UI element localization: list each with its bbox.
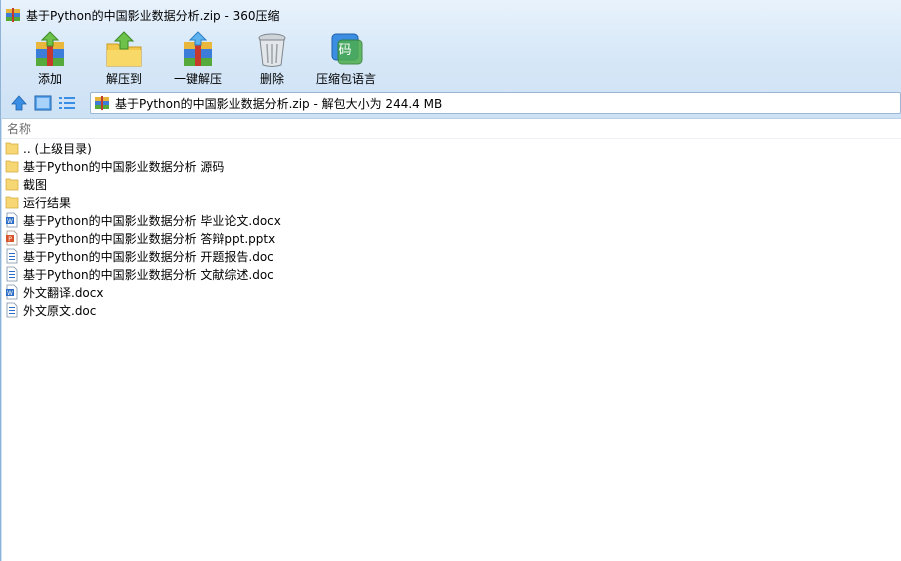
title-bar: 基于Python的中国影业数据分析.zip - 360压缩 — [1, 0, 901, 30]
archive-icon — [5, 7, 21, 23]
file-row[interactable]: .. (上级目录) — [2, 139, 901, 157]
extract-to-label: 解压到 — [105, 72, 142, 86]
file-row[interactable]: P 基于Python的中国影业数据分析 答辩ppt.pptx — [2, 229, 901, 247]
word-doc-icon — [5, 248, 19, 264]
trash-icon — [258, 33, 286, 67]
file-row[interactable]: 截图 — [2, 175, 901, 193]
file-row[interactable]: 基于Python的中国影业数据分析 开题报告.doc — [2, 247, 901, 265]
file-list: 名称 .. (上级目录) 基于Python的中国影业数据分析 源码 截图运行结果 W 基… — [2, 118, 901, 561]
folder-icon — [5, 176, 19, 192]
add-archive-icon — [36, 31, 64, 66]
file-name: .. (上级目录) — [23, 141, 92, 156]
word-docx-icon: W — [5, 212, 19, 228]
folder-icon — [5, 194, 19, 210]
archive-icon — [95, 96, 109, 110]
word-doc-icon — [5, 302, 19, 318]
file-row[interactable]: W 基于Python的中国影业数据分析 毕业论文.docx — [2, 211, 901, 229]
folder-up-icon — [5, 140, 19, 156]
thumbnail-view-icon — [34, 95, 52, 111]
file-name: 基于Python的中国影业数据分析 毕业论文.docx — [23, 213, 281, 228]
folder-icon — [5, 158, 19, 174]
add-button[interactable]: 添加 — [15, 30, 85, 87]
arrow-up-icon — [11, 95, 27, 111]
file-name: 外文原文.doc — [23, 303, 97, 318]
path-field[interactable]: 基于Python的中国影业数据分析.zip - 解包大小为 244.4 MB — [90, 92, 901, 114]
extract-folder-icon — [106, 31, 142, 67]
extract-to-button[interactable]: 解压到 — [89, 30, 159, 87]
powerpoint-icon: P — [5, 230, 19, 246]
delete-label: 删除 — [259, 72, 284, 86]
file-name: 基于Python的中国影业数据分析 开题报告.doc — [23, 249, 274, 264]
file-row[interactable]: 基于Python的中国影业数据分析 文献综述.doc — [2, 265, 901, 283]
delete-button[interactable]: 删除 — [237, 30, 307, 87]
file-rows: .. (上级目录) 基于Python的中国影业数据分析 源码 截图运行结果 W 基于Py… — [2, 139, 901, 319]
one-click-extract-button[interactable]: 一键解压 — [163, 30, 233, 87]
word-docx-icon: W — [5, 284, 19, 300]
svg-text:W: W — [7, 290, 13, 297]
archive-language-label: 压缩包语言 — [315, 72, 376, 86]
file-row[interactable]: 基于Python的中国影业数据分析 源码 — [2, 157, 901, 175]
file-name: 基于Python的中国影业数据分析 源码 — [23, 159, 225, 174]
up-level-button[interactable] — [9, 93, 29, 113]
language-icon: 码 — [331, 33, 363, 65]
app-window: 基于Python的中国影业数据分析.zip - 360压缩 添加 解压到 一键解… — [0, 0, 901, 561]
column-name-label: 名称 — [7, 122, 32, 136]
column-header-name[interactable]: 名称 — [2, 119, 901, 139]
list-view-button[interactable] — [57, 93, 77, 113]
file-row[interactable]: 外文原文.doc — [2, 301, 901, 319]
word-doc-icon — [5, 266, 19, 282]
thumbnail-view-button[interactable] — [33, 93, 53, 113]
svg-text:P: P — [8, 236, 12, 243]
language-glyph: 码 — [338, 43, 351, 58]
one-click-extract-icon — [184, 31, 212, 66]
file-name: 截图 — [23, 177, 48, 192]
file-row[interactable]: W 外文翻译.docx — [2, 283, 901, 301]
toolbar: 添加 解压到 一键解压 删除 码 压缩包语言 — [1, 30, 901, 90]
one-click-extract-label: 一键解压 — [173, 72, 222, 86]
path-text: 基于Python的中国影业数据分析.zip - 解包大小为 244.4 MB — [115, 96, 443, 111]
file-name: 基于Python的中国影业数据分析 答辩ppt.pptx — [23, 231, 276, 246]
add-label: 添加 — [37, 72, 62, 86]
file-row[interactable]: 运行结果 — [2, 193, 901, 211]
file-name: 基于Python的中国影业数据分析 文献综述.doc — [23, 267, 274, 282]
svg-text:W: W — [7, 218, 13, 225]
archive-language-button[interactable]: 码 压缩包语言 — [311, 30, 381, 87]
address-bar: 基于Python的中国影业数据分析.zip - 解包大小为 244.4 MB — [1, 90, 901, 116]
file-name: 运行结果 — [23, 195, 72, 210]
window-title: 基于Python的中国影业数据分析.zip - 360压缩 — [26, 8, 280, 23]
file-name: 外文翻译.docx — [23, 285, 104, 300]
list-view-icon — [59, 97, 75, 109]
